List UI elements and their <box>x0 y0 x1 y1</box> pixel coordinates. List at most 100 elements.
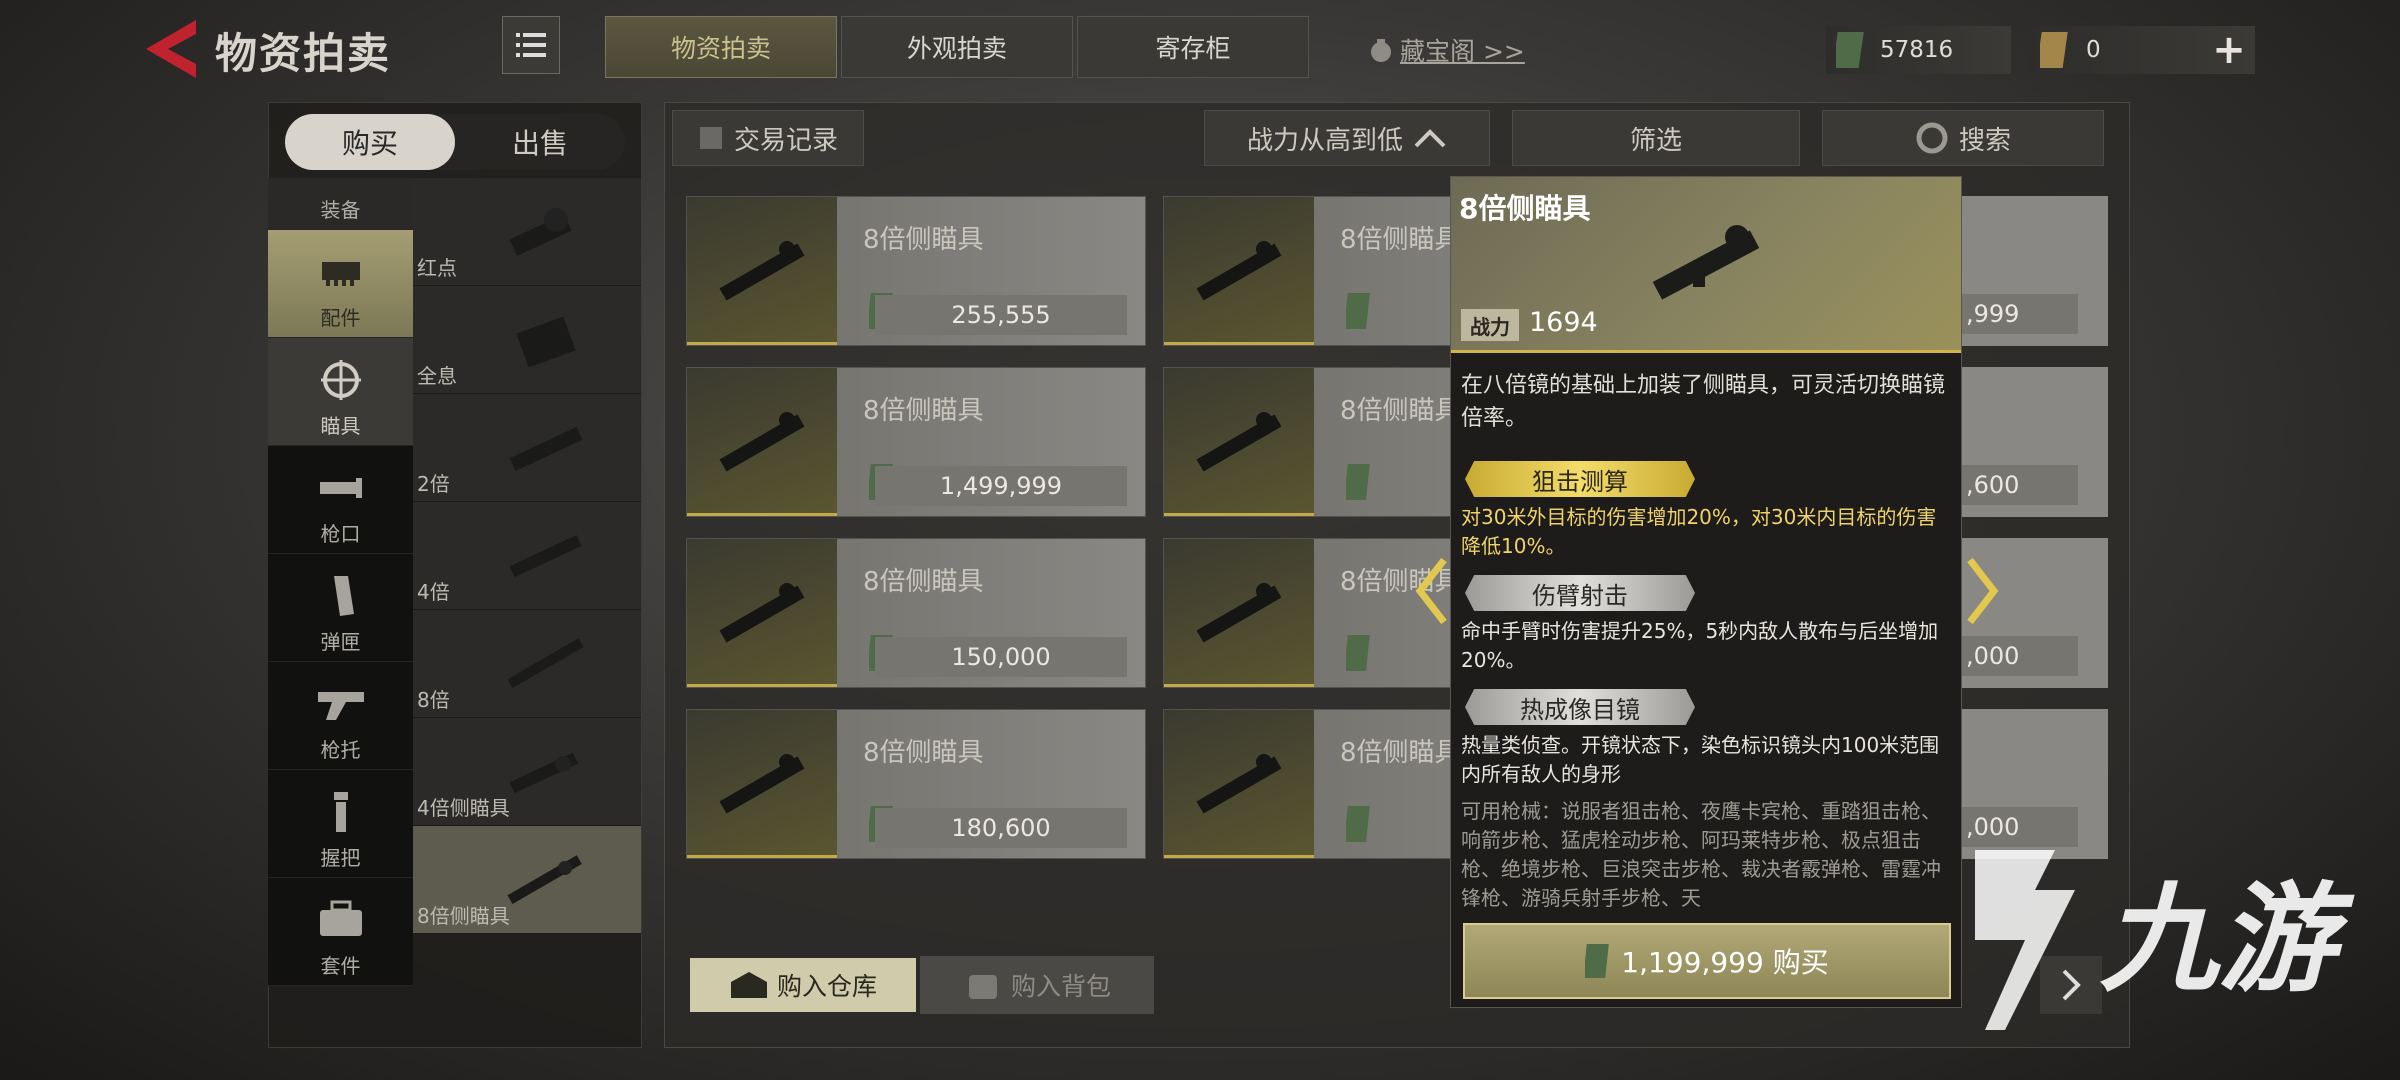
category-muzzle[interactable]: 枪口 <box>268 446 413 554</box>
muzzle-icon <box>319 478 362 498</box>
scope-icon <box>320 360 361 400</box>
sub-item-label: 4倍侧瞄具 <box>417 796 510 820</box>
menu-button[interactable] <box>502 16 560 74</box>
category-attachment[interactable]: 配件 <box>268 230 413 338</box>
treasure-icon <box>1371 39 1391 62</box>
item-price: 180,600 <box>875 808 1127 848</box>
item-price: 255,555 <box>875 295 1127 335</box>
previous-item-arrow-icon[interactable] <box>1412 556 1452 626</box>
item-thumbnail <box>1164 197 1314 345</box>
cash-icon <box>1346 464 1370 500</box>
power-label: 战力 <box>1461 309 1519 341</box>
side-scope-icon <box>719 241 805 301</box>
purchase-button[interactable]: 1,199,999 购买 <box>1463 923 1951 999</box>
kit-icon <box>319 900 362 936</box>
add-currency-button[interactable]: + <box>2205 26 2253 74</box>
filter-button[interactable]: 筛选 <box>1512 110 1800 166</box>
item-price: 1,499,999 <box>875 466 1127 506</box>
sub-item-4x[interactable]: 4倍 <box>413 502 641 610</box>
page-title: 物资拍卖 <box>215 29 392 78</box>
tab-locker[interactable]: 寄存柜 <box>1077 16 1309 78</box>
listing-card[interactable]: 8倍侧瞄具 180,600 <box>686 709 1146 859</box>
category-list: 装备 配件 瞄具 枪口 弹匣 枪托 握把 套件 <box>268 178 413 986</box>
item-name: 8倍侧瞄具 <box>863 225 984 255</box>
popup-header: 8倍侧瞄具 战力 1694 <box>1451 177 1961 353</box>
buy-sell-toggle: 购买 出售 <box>285 114 625 170</box>
gold-ticket-icon <box>2040 32 2068 68</box>
skill-badge-thermal: 热成像目镜 <box>1465 689 1695 725</box>
sell-tab[interactable]: 出售 <box>455 114 625 170</box>
cash-amount: 57816 <box>1880 37 1954 63</box>
cash-icon <box>1346 293 1370 329</box>
popup-item-name: 8倍侧瞄具 <box>1459 192 1591 225</box>
listing-card[interactable]: 8倍侧瞄具 1,499,999 <box>686 367 1146 517</box>
side-scope-icon <box>1196 583 1282 643</box>
top-tabs: 物资拍卖 外观拍卖 寄存柜 <box>605 16 1313 78</box>
back-arrow-icon[interactable] <box>140 18 200 80</box>
buy-to-bag-button[interactable]: 购入背包 <box>920 956 1154 1014</box>
sub-item-8x[interactable]: 8倍 <box>413 610 641 718</box>
listing-card-partial[interactable]: ,600 <box>1962 367 2108 517</box>
next-item-arrow-icon[interactable] <box>1962 556 2002 626</box>
sub-item-holographic[interactable]: 全息 <box>413 286 641 394</box>
jiuyou-watermark-logo: 九游 <box>1975 850 2355 1030</box>
search-label: 搜索 <box>1958 125 2011 156</box>
skill-badge-sniper-calc: 狙击测算 <box>1465 461 1695 497</box>
trade-record-label: 交易记录 <box>733 125 838 156</box>
skill-desc-sniper-calc: 对30米外目标的伤害增加20%，对30米内目标的伤害降低10%。 <box>1461 505 1937 558</box>
item-name: 8倍侧瞄具 <box>863 567 984 597</box>
skill-desc-arm-shot: 命中手臂时伤害提升25%，5秒内敌人散布与后坐增加20%。 <box>1461 619 1939 672</box>
category-label: 枪口 <box>320 522 361 546</box>
cash-icon <box>1836 32 1864 68</box>
side-scope-icon <box>719 754 805 814</box>
subcategory-list: 红点 全息 2倍 4倍 8倍 4倍侧瞄具 8倍侧瞄具 <box>413 178 641 934</box>
category-magazine[interactable]: 弹匣 <box>268 554 413 662</box>
item-price: ,999 <box>1962 294 2078 334</box>
gold-amount: 0 <box>2086 37 2101 63</box>
sub-item-4x-side[interactable]: 4倍侧瞄具 <box>413 718 641 826</box>
item-name: 8倍侧瞄具 <box>863 396 984 426</box>
category-stock[interactable]: 枪托 <box>268 662 413 770</box>
category-scope[interactable]: 瞄具 <box>268 338 413 446</box>
sub-item-red-dot[interactable]: 红点 <box>413 178 641 286</box>
side-scope-image <box>1652 225 1760 300</box>
category-grip[interactable]: 握把 <box>268 770 413 878</box>
plus-icon: + <box>2212 27 2246 73</box>
listing-card[interactable]: 8倍侧瞄具 150,000 <box>686 538 1146 688</box>
item-name: 8倍侧瞄具 <box>1340 396 1461 426</box>
magazine-icon <box>333 576 354 616</box>
item-thumbnail <box>687 710 837 858</box>
trade-record-button[interactable]: 交易记录 <box>672 110 864 166</box>
tab-appearance-auction[interactable]: 外观拍卖 <box>841 16 1073 78</box>
side-scope-icon <box>1196 754 1282 814</box>
item-detail-popup: 8倍侧瞄具 战力 1694 在八倍镜的基础上加装了侧瞄具，可灵活切换瞄镜倍率。 … <box>1450 176 1962 1008</box>
item-thumbnail <box>1164 539 1314 687</box>
buy-bag-label: 购入背包 <box>1010 972 1111 1001</box>
sub-item-2x[interactable]: 2倍 <box>413 394 641 502</box>
buy-tab[interactable]: 购买 <box>285 114 455 170</box>
category-equipment[interactable]: 装备 <box>268 178 413 230</box>
side-scope-icon <box>1196 412 1282 472</box>
category-label: 瞄具 <box>320 414 361 438</box>
tab-supply-auction[interactable]: 物资拍卖 <box>605 16 837 78</box>
treasure-link-label: 藏宝阁 >> <box>1400 37 1525 66</box>
listing-card-partial[interactable]: ,999 <box>1962 196 2108 346</box>
sub-item-8x-side[interactable]: 8倍侧瞄具 <box>413 826 641 934</box>
listing-card[interactable]: 8倍侧瞄具 255,555 <box>686 196 1146 346</box>
sub-item-label: 8倍 <box>417 688 450 712</box>
attachment-icon <box>321 262 360 286</box>
category-label: 套件 <box>320 954 361 978</box>
buy-to-warehouse-button[interactable]: 购入仓库 <box>690 958 916 1012</box>
holographic-sight-icon <box>516 316 576 368</box>
power-value: 1694 <box>1529 307 1598 338</box>
chevron-up-icon <box>1414 129 1446 148</box>
search-button[interactable]: 搜索 <box>1822 110 2104 166</box>
category-label: 握把 <box>320 846 361 870</box>
category-kit[interactable]: 套件 <box>268 878 413 986</box>
sort-dropdown[interactable]: 战力从高到低 <box>1204 110 1490 166</box>
stock-icon <box>317 692 364 720</box>
item-thumbnail <box>1164 368 1314 516</box>
backpack-icon <box>968 975 997 999</box>
sub-item-label: 红点 <box>417 256 457 280</box>
treasure-pavilion-link[interactable]: 藏宝阁 >> <box>1368 32 1525 68</box>
